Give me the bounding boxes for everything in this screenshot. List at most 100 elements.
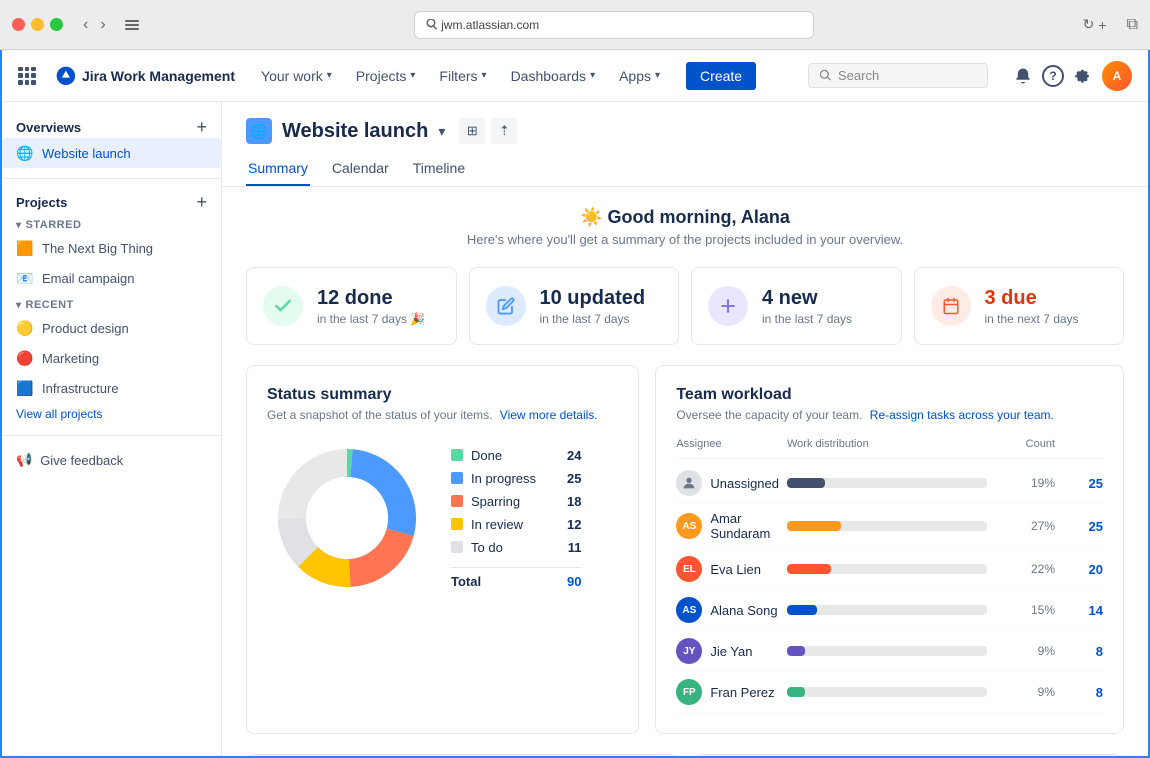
workload-bar-fran: [787, 687, 987, 697]
nav-icons: ? A: [1014, 61, 1132, 91]
sidebar-item-marketing[interactable]: 🔴 Marketing: [2, 343, 221, 373]
count-jie: 8: [1063, 644, 1103, 659]
bottom-panels-row: Priority breakdown Get a holistic view o…: [246, 754, 1124, 756]
help-button[interactable]: ?: [1042, 65, 1064, 87]
tab-calendar[interactable]: Calendar: [330, 152, 391, 186]
pct-fran: 9%: [995, 685, 1055, 699]
unassigned-avatar: [676, 470, 702, 496]
back-button[interactable]: ‹: [79, 14, 92, 36]
count-unassigned: 25: [1063, 476, 1103, 491]
count-eva: 20: [1063, 562, 1103, 577]
sidebar-item-product-design[interactable]: 🟡 Product design: [2, 313, 221, 343]
priority-breakdown-panel: Priority breakdown Get a holistic view o…: [246, 754, 677, 756]
give-feedback-item[interactable]: 📢 Give feedback: [2, 446, 221, 474]
forward-button[interactable]: ›: [96, 14, 109, 36]
done-count: 12 done: [317, 287, 425, 310]
sparring-count: 18: [567, 494, 581, 509]
board-view-button[interactable]: ⊞: [459, 118, 485, 144]
pct-unassigned: 19%: [995, 476, 1055, 490]
your-work-nav[interactable]: Your work ▾: [251, 62, 342, 90]
count-alana: 14: [1063, 603, 1103, 618]
stat-card-new: 4 new in the last 7 days: [691, 267, 902, 345]
traffic-lights: [12, 18, 63, 31]
close-button[interactable]: [12, 18, 25, 31]
to-do-count: 11: [568, 540, 582, 555]
workload-header: Assignee Work distribution Count: [676, 438, 1103, 459]
project-title-chevron-icon[interactable]: ▾: [438, 123, 445, 140]
logo[interactable]: Jira Work Management: [56, 66, 235, 86]
project-tabs: Summary Calendar Timeline: [222, 152, 1148, 187]
maximize-button[interactable]: [50, 18, 63, 31]
bar-fill: [787, 478, 825, 488]
updated-count: 10 updated: [540, 287, 646, 310]
projects-label: Projects: [16, 195, 67, 210]
done-dot: [451, 449, 463, 461]
total-count: 90: [567, 574, 581, 589]
reassign-link[interactable]: Re-assign tasks across your team.: [870, 408, 1054, 422]
bar-fill: [787, 605, 817, 615]
apps-grid-button[interactable]: [18, 67, 36, 85]
sidebar-item-label: Marketing: [42, 351, 99, 366]
in-progress-count: 25: [567, 471, 581, 486]
sparring-dot: [451, 495, 463, 507]
settings-button[interactable]: [1074, 67, 1092, 85]
projects-nav[interactable]: Projects ▾: [346, 62, 426, 90]
view-more-link[interactable]: View more details.: [500, 408, 598, 422]
in-progress-dot: [451, 472, 463, 484]
filters-nav[interactable]: Filters ▾: [429, 62, 496, 90]
project-title: Website launch: [282, 120, 428, 143]
count-amar: 25: [1063, 519, 1103, 534]
new-tab-button[interactable]: +: [1098, 16, 1106, 33]
refresh-button[interactable]: ↻: [1083, 16, 1095, 33]
sidebar: Overviews + 🌐 Website launch Projects + …: [2, 102, 222, 756]
team-workload-title: Team workload: [676, 386, 1103, 404]
dashboards-nav[interactable]: Dashboards ▾: [501, 62, 606, 90]
browser-actions: ↻ +: [1083, 16, 1107, 33]
sidebar-item-website-launch[interactable]: 🌐 Website launch: [2, 138, 221, 168]
stats-row: 12 done in the last 7 days 🎉 10 updated …: [246, 267, 1124, 345]
workload-bar-unassigned: [787, 478, 987, 488]
in-review-dot: [451, 518, 463, 530]
assignee-fran: FP Fran Perez: [676, 679, 779, 705]
email-campaign-icon: 📧: [16, 269, 34, 287]
sidebar-item-email-campaign[interactable]: 📧 Email campaign: [2, 263, 221, 293]
add-project-button[interactable]: +: [196, 193, 207, 211]
sidebar-item-next-big-thing[interactable]: 🟧 The Next Big Thing: [2, 233, 221, 263]
window-action-button[interactable]: ⧉: [1127, 16, 1138, 34]
stat-card-due: 3 due in the next 7 days: [914, 267, 1125, 345]
starred-group[interactable]: ▾ STARRED: [2, 213, 221, 233]
sidebar-toggle[interactable]: [118, 17, 146, 33]
notifications-button[interactable]: [1014, 67, 1032, 85]
address-bar[interactable]: jwm.atlassian.com: [414, 11, 814, 39]
project-icon: 🌐: [246, 118, 272, 144]
user-avatar[interactable]: A: [1102, 61, 1132, 91]
pct-jie: 9%: [995, 644, 1055, 658]
assignee-name: Amar Sundaram: [710, 511, 779, 541]
eva-avatar: EL: [676, 556, 702, 582]
apps-grid-icon: [18, 67, 36, 85]
project-header-actions: ⊞ ⇡: [459, 118, 517, 144]
assignee-name: Unassigned: [710, 476, 779, 491]
tab-summary[interactable]: Summary: [246, 152, 310, 186]
workload-bar-eva: [787, 564, 987, 574]
pct-eva: 22%: [995, 562, 1055, 576]
assignee-alana: AS Alana Song: [676, 597, 779, 623]
add-overview-button[interactable]: +: [196, 118, 207, 136]
apps-nav[interactable]: Apps ▾: [609, 62, 670, 90]
product-design-icon: 🟡: [16, 319, 34, 337]
due-label: in the next 7 days: [985, 312, 1079, 326]
share-button[interactable]: ⇡: [491, 118, 517, 144]
sidebar-item-infrastructure[interactable]: 🟦 Infrastructure: [2, 373, 221, 403]
feedback-label: Give feedback: [40, 453, 123, 468]
recent-group[interactable]: ▾ RECENT: [2, 293, 221, 313]
tab-timeline[interactable]: Timeline: [411, 152, 467, 186]
assignee-eva: EL Eva Lien: [676, 556, 779, 582]
view-all-projects-link[interactable]: View all projects: [2, 403, 221, 425]
search-bar[interactable]: Search: [808, 63, 988, 88]
create-button[interactable]: Create: [686, 62, 756, 90]
sidebar-divider-2: [2, 435, 221, 436]
to-do-label: To do: [471, 540, 552, 555]
bar-fill: [787, 646, 805, 656]
legend-item-in-review: In review 12: [451, 517, 581, 532]
minimize-button[interactable]: [31, 18, 44, 31]
